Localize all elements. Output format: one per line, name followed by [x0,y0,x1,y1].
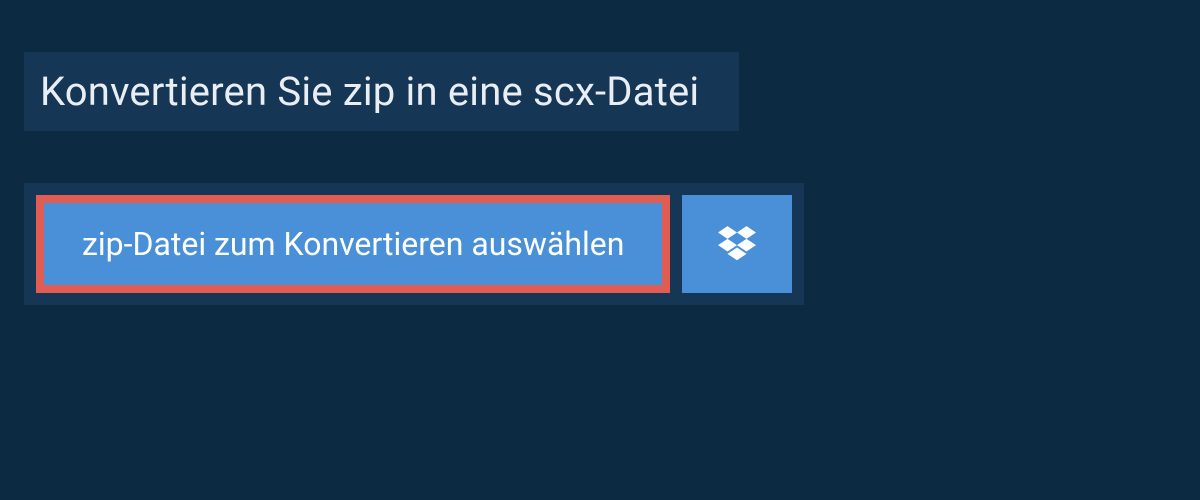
dropbox-button[interactable] [682,195,792,293]
heading-wrap: Konvertieren Sie zip in eine scx-Datei [24,52,739,131]
dropbox-icon [718,223,756,265]
page-title: Konvertieren Sie zip in eine scx-Datei [40,68,699,115]
file-select-row: zip-Datei zum Konvertieren auswählen [24,183,804,305]
converter-panel: Konvertieren Sie zip in eine scx-Datei z… [0,0,1200,305]
select-file-button[interactable]: zip-Datei zum Konvertieren auswählen [36,195,670,293]
select-file-button-label: zip-Datei zum Konvertieren auswählen [82,225,624,263]
